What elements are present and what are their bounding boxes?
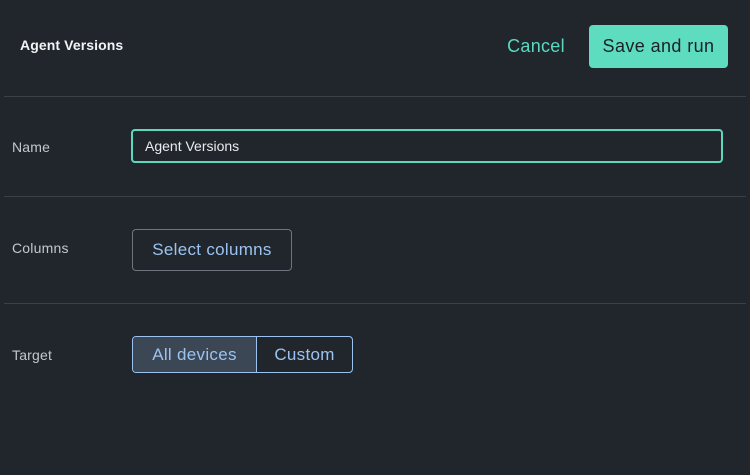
columns-label: Columns: [12, 240, 69, 256]
divider: [4, 303, 746, 304]
query-editor-panel: Agent Versions Cancel Save and run Name …: [0, 0, 750, 475]
divider: [4, 196, 746, 197]
target-option-all-devices[interactable]: All devices: [133, 337, 257, 372]
target-option-custom[interactable]: Custom: [257, 337, 352, 372]
cancel-button[interactable]: Cancel: [499, 26, 573, 66]
select-columns-button[interactable]: Select columns: [132, 229, 292, 271]
header-bar: Agent Versions Cancel Save and run: [0, 0, 750, 96]
save-and-run-button[interactable]: Save and run: [589, 25, 728, 68]
name-input[interactable]: [131, 129, 723, 163]
target-label: Target: [12, 347, 53, 363]
target-segmented-control: All devices Custom: [132, 336, 353, 373]
divider: [4, 96, 746, 97]
page-title: Agent Versions: [20, 37, 124, 53]
name-label: Name: [12, 139, 51, 155]
